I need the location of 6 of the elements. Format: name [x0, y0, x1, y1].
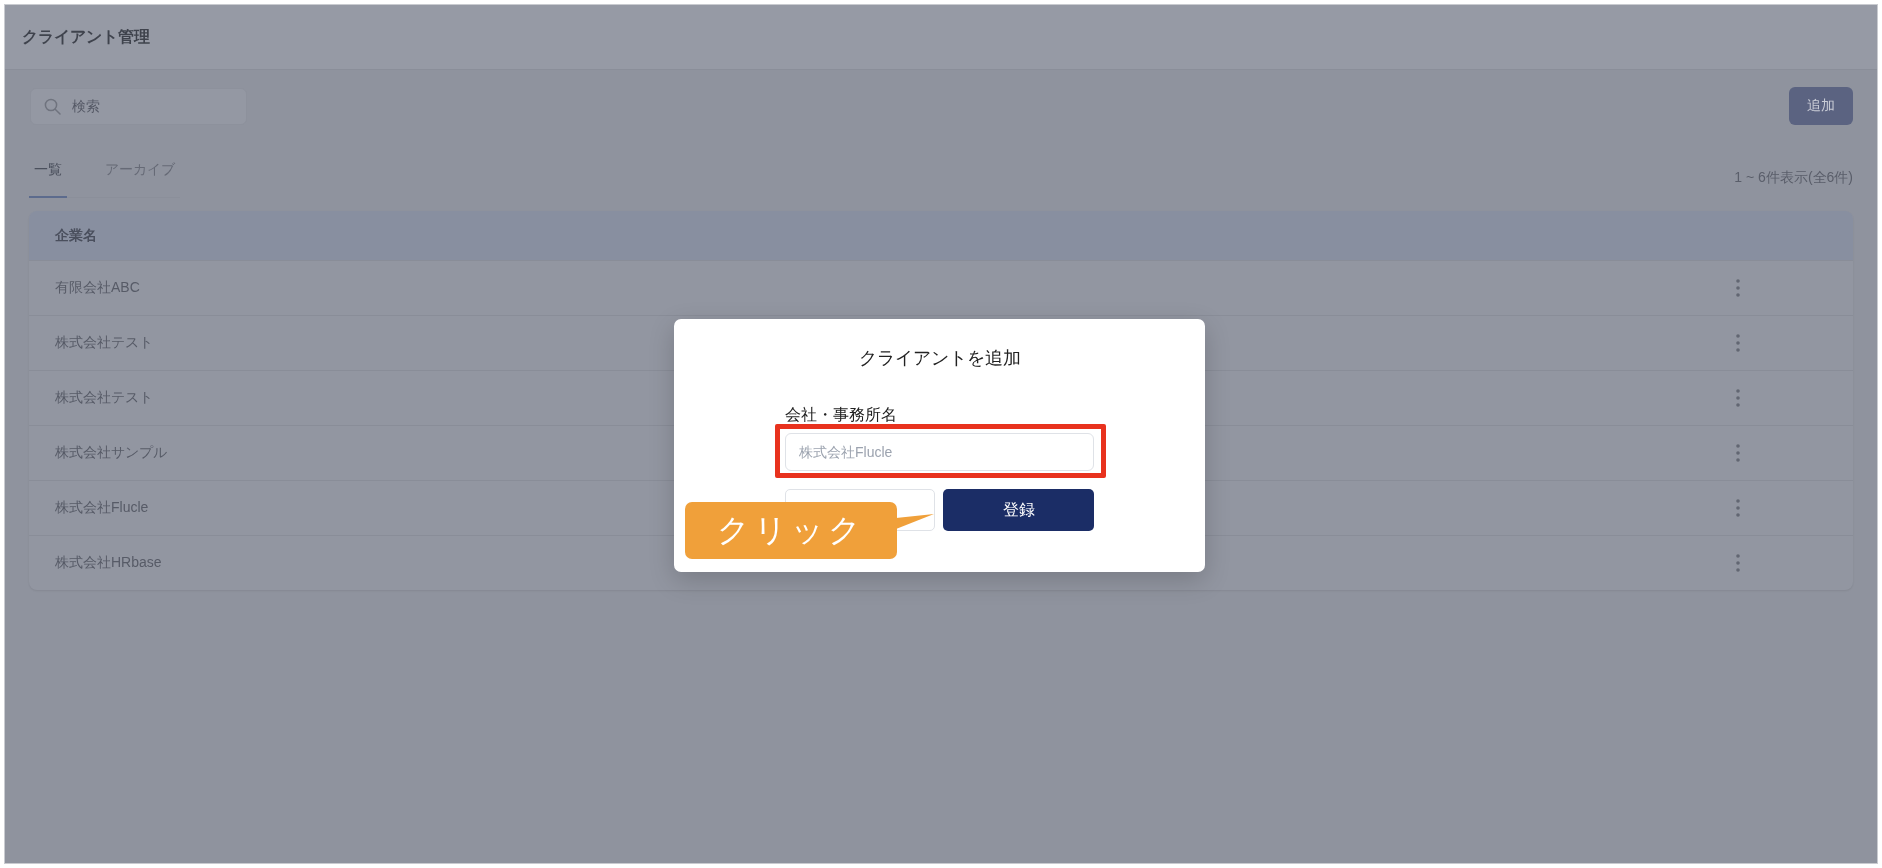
page-title: クライアント管理 — [22, 26, 150, 47]
table-cell: 株式会社Flucle — [55, 499, 149, 517]
field-label: 会社・事務所名 — [785, 406, 897, 424]
column-header: 企業名 — [55, 226, 97, 245]
dialog-title: クライアントを追加 — [858, 347, 1021, 369]
table-cell: 株式会社HRbase — [55, 554, 162, 572]
